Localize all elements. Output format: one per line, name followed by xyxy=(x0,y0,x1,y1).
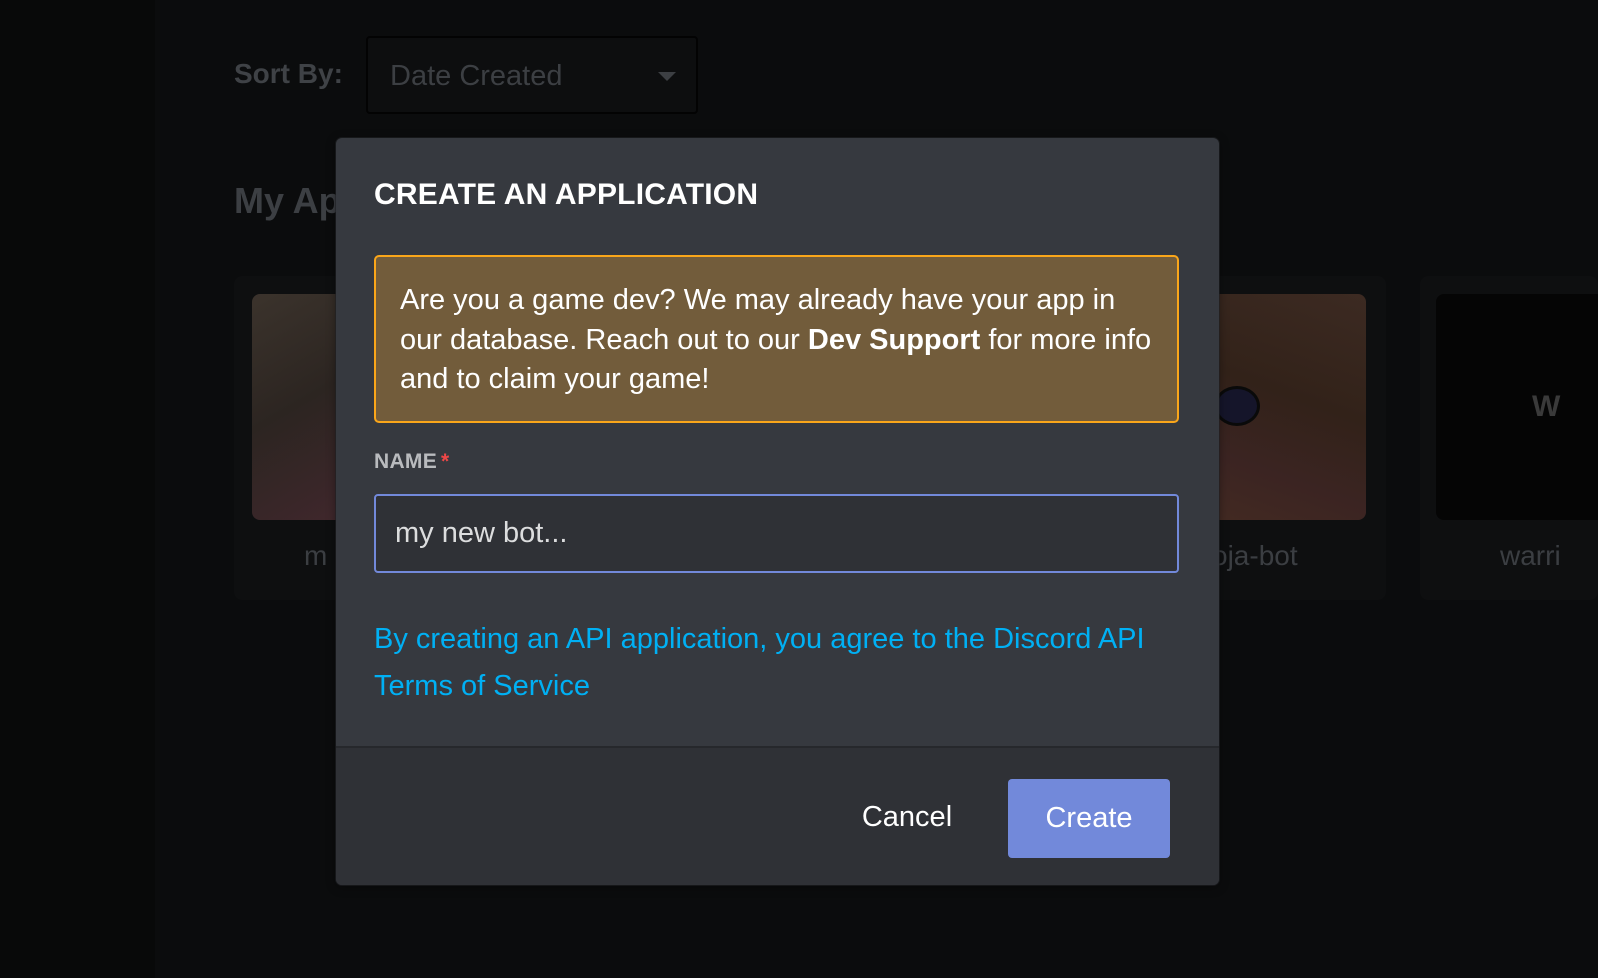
app-avatar: W xyxy=(1436,294,1598,520)
app-name: oja-bot xyxy=(1212,540,1298,571)
create-application-modal: CREATE AN APPLICATION Are you a game dev… xyxy=(336,138,1219,885)
terms-of-service-link[interactable]: By creating an API application, you agre… xyxy=(374,616,1174,710)
create-button[interactable]: Create xyxy=(1008,779,1170,858)
modal-title: CREATE AN APPLICATION xyxy=(374,178,759,211)
section-title: My Ap xyxy=(234,180,341,221)
sort-dropdown[interactable]: Date Created xyxy=(366,36,698,114)
sort-by-label: Sort By: xyxy=(234,58,343,89)
avatar-eye-detail xyxy=(1214,386,1260,426)
game-dev-notice: Are you a game dev? We may already have … xyxy=(374,255,1179,423)
name-label-text: NAME xyxy=(374,450,438,473)
app-avatar xyxy=(1200,294,1366,520)
page: Sort By: Date Created My Ap m oja-bot W … xyxy=(0,0,1598,978)
modal-footer: Cancel Create xyxy=(336,746,1219,885)
name-field-label: NAME * xyxy=(374,450,450,474)
required-indicator: * xyxy=(441,450,450,473)
chevron-down-icon xyxy=(658,72,676,81)
avatar-initial: W xyxy=(1532,390,1561,423)
sort-dropdown-value: Date Created xyxy=(390,60,563,92)
app-card[interactable]: oja-bot xyxy=(1200,276,1386,600)
app-name: m xyxy=(304,540,328,571)
dev-support-text: Dev Support xyxy=(807,323,981,356)
name-input[interactable] xyxy=(374,494,1179,573)
app-card[interactable]: W warri xyxy=(1420,276,1598,600)
sidebar xyxy=(0,0,155,978)
app-name: warri xyxy=(1500,540,1561,571)
cancel-button[interactable]: Cancel xyxy=(846,787,968,847)
